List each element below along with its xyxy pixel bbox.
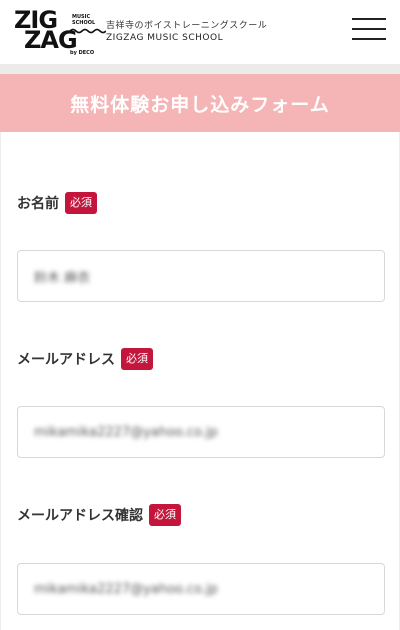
email-field-wrapper [17,406,385,458]
page-title: 無料体験お申し込みフォーム [70,93,330,116]
email-field[interactable] [34,424,368,440]
email-confirm-field[interactable] [34,581,368,597]
header-divider [0,64,400,74]
email-confirm-field-wrapper [17,563,385,615]
school-tagline: 吉祥寺のボイストレーニングスクール [106,21,268,31]
name-label: お名前 [17,196,59,212]
school-name: ZIGZAG MUSIC SCHOOL [106,33,224,43]
email-label: メールアドレス [17,352,115,368]
required-badge: 必須 [149,504,181,526]
logo-by-deco: by DECO [70,50,95,56]
email-confirm-label: メールアドレス確認 [17,508,143,524]
email-confirm-label-row: メールアドレス確認 必須 [17,504,181,526]
hamburger-icon[interactable] [352,16,386,42]
site-header: ZIG MUSIC SCHOOL ZAG by DECO 吉祥寺のボイストレーニ… [0,0,400,64]
required-badge: 必須 [121,348,153,370]
logo-music-school: MUSIC SCHOOL [72,14,96,26]
name-label-row: お名前 必須 [17,192,97,214]
logo-zag: ZAG [24,26,78,54]
trial-application-form: お名前 必須 メールアドレス 必須 メールアドレス確認 必須 [0,132,400,630]
zigzag-logo[interactable]: ZIG MUSIC SCHOOL ZAG by DECO [14,8,106,56]
name-field-wrapper [17,250,385,302]
form-banner: 無料体験お申し込みフォーム [0,74,400,132]
email-label-row: メールアドレス 必須 [17,348,153,370]
required-badge: 必須 [65,192,97,214]
name-field[interactable] [34,268,368,284]
